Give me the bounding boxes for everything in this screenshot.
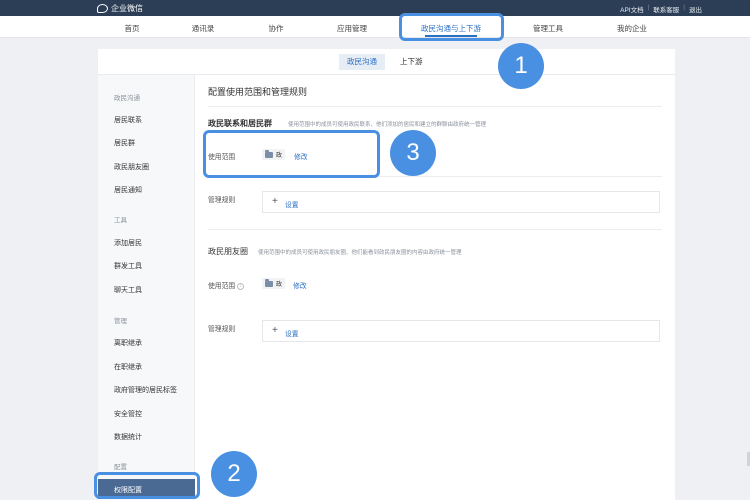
sub-tabs: 政民沟通 上下游 bbox=[98, 49, 675, 75]
sidebar-item-mass-send[interactable]: 群发工具 bbox=[114, 261, 142, 271]
highlight-box-nav-tab bbox=[399, 13, 504, 41]
nav-home[interactable]: 首页 bbox=[125, 23, 140, 34]
sidebar-item-resident-tags[interactable]: 政府管理的居民标签 bbox=[114, 385, 177, 395]
folder-icon bbox=[265, 278, 273, 287]
rules-setting-button[interactable]: + 设置 bbox=[262, 191, 660, 213]
sidebar-group-gov-comm: 政民沟通 bbox=[114, 95, 140, 102]
rules-setting-button[interactable]: + 设置 bbox=[262, 320, 660, 342]
edit-scope-link[interactable]: 修改 bbox=[293, 280, 307, 290]
step-badge-2: 2 bbox=[211, 451, 257, 497]
section-desc: 使用范围中的成员可使用政民朋友圈、他们能看到政民朋友圈的内容由政府统一管理 bbox=[258, 250, 462, 256]
sidebar-item-moments[interactable]: 政民朋友圈 bbox=[114, 162, 149, 172]
subtab-updownstream[interactable]: 上下游 bbox=[392, 54, 431, 70]
nav-contacts[interactable]: 通讯录 bbox=[192, 23, 215, 34]
divider: | bbox=[683, 4, 685, 11]
divider bbox=[208, 229, 662, 230]
top-bar: 企业微信 API文档 | 联系客服 | 退出 bbox=[0, 0, 750, 16]
plus-icon: + bbox=[272, 196, 278, 207]
scope-chip: 政 bbox=[262, 278, 286, 289]
scope-chip-label: 政 bbox=[276, 282, 283, 288]
sidebar: 政民沟通 居民联系 居民群 政民朋友圈 居民通知 工具 添加居民 群发工具 聊天… bbox=[98, 75, 195, 500]
step-badge-3: 3 bbox=[390, 130, 436, 176]
divider: | bbox=[647, 4, 650, 11]
highlight-box-scope bbox=[203, 130, 380, 178]
rules-setting-label: 设置 bbox=[285, 202, 299, 209]
sidebar-group-config: 配置 bbox=[114, 464, 127, 471]
divider bbox=[208, 106, 662, 107]
subtab-gov-comm[interactable]: 政民沟通 bbox=[339, 54, 385, 70]
api-docs-link[interactable]: API文档 bbox=[620, 4, 643, 14]
nav-my-enterprise[interactable]: 我的企业 bbox=[617, 23, 647, 34]
sidebar-item-resident-contact[interactable]: 居民联系 bbox=[114, 115, 142, 125]
sidebar-item-onjob-inherit[interactable]: 在职继承 bbox=[114, 362, 142, 372]
rules-setting-label: 设置 bbox=[285, 331, 299, 338]
contact-support-link[interactable]: 联系客服 bbox=[653, 4, 679, 14]
section-title-moments: 政民朋友圈 bbox=[208, 247, 248, 256]
main-nav: 首页 通讯录 协作 应用管理 政民沟通与上下游 管理工具 我的企业 bbox=[0, 16, 750, 38]
wecom-logo[interactable]: 企业微信 bbox=[97, 3, 143, 14]
sidebar-item-notice[interactable]: 居民通知 bbox=[114, 185, 142, 195]
nav-collaboration[interactable]: 协作 bbox=[269, 23, 284, 34]
highlight-box-permission-config bbox=[94, 472, 200, 499]
rules-label: 管理规则 bbox=[208, 197, 236, 204]
section-desc: 使用范围中的成员可使用政民联系、他们添加的居民和建立的群聊由政府统一管理 bbox=[288, 122, 487, 128]
sidebar-item-add-resident[interactable]: 添加居民 bbox=[114, 238, 142, 248]
page-title: 配置使用范围和管理规则 bbox=[208, 87, 308, 97]
nav-management-tools[interactable]: 管理工具 bbox=[533, 23, 563, 34]
sidebar-item-resigned-inherit[interactable]: 离职继承 bbox=[114, 338, 142, 348]
sidebar-item-chat-tools[interactable]: 聊天工具 bbox=[114, 285, 142, 295]
logo-text: 企业微信 bbox=[111, 4, 143, 13]
sidebar-item-resident-group[interactable]: 居民群 bbox=[114, 138, 135, 148]
wecom-logo-icon bbox=[97, 4, 108, 13]
info-icon[interactable]: i bbox=[237, 282, 245, 290]
scope-label-text: 使用范围 bbox=[208, 283, 236, 290]
nav-app-management[interactable]: 应用管理 bbox=[337, 23, 367, 34]
sidebar-item-statistics[interactable]: 数据统计 bbox=[114, 432, 142, 442]
top-links: API文档 | 联系客服 | 退出 bbox=[620, 4, 702, 14]
rules-label: 管理规则 bbox=[208, 326, 236, 333]
logout-link[interactable]: 退出 bbox=[689, 4, 702, 14]
sidebar-item-security[interactable]: 安全管控 bbox=[114, 409, 142, 419]
section-title-contact-group: 政民联系和居民群 bbox=[208, 119, 272, 128]
sidebar-group-tools: 工具 bbox=[114, 217, 127, 224]
scope-label: 使用范围 i bbox=[208, 280, 245, 290]
main-card: 政民沟通 上下游 政民沟通 居民联系 居民群 政民朋友圈 居民通知 工具 添加居… bbox=[98, 49, 675, 500]
plus-icon: + bbox=[272, 325, 278, 336]
sidebar-group-management: 管理 bbox=[114, 318, 127, 325]
step-badge-1: 1 bbox=[498, 43, 544, 89]
